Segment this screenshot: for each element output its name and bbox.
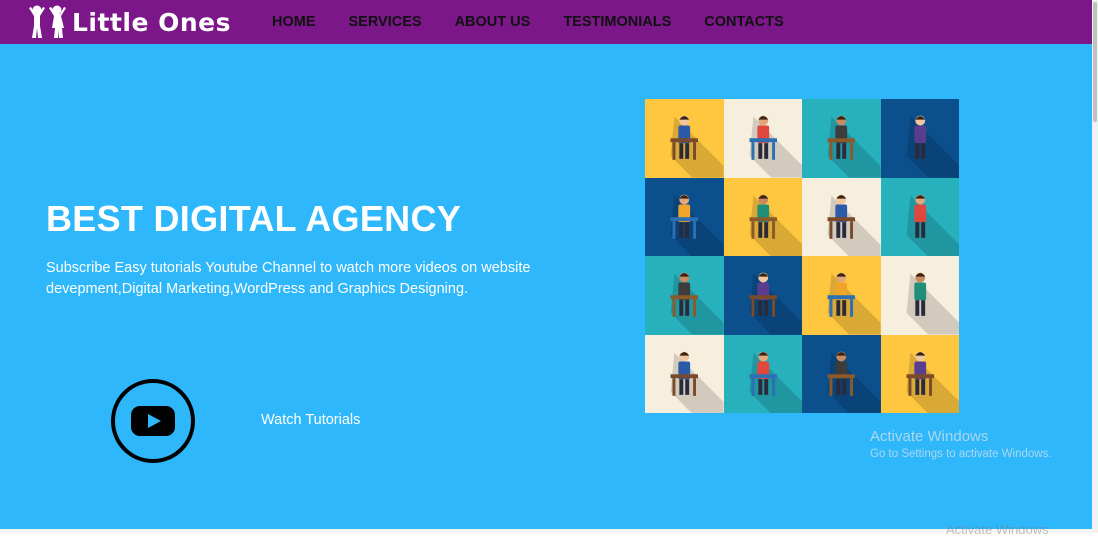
page-scrollbar[interactable] (1092, 0, 1098, 533)
person-illustration (749, 351, 802, 413)
person-illustration (827, 194, 881, 256)
brand-name: Little Ones (72, 7, 232, 37)
person-illustration (827, 115, 881, 178)
person-illustration (670, 351, 724, 413)
person-illustration (670, 194, 724, 256)
person-illustration (906, 115, 959, 178)
person-illustration (906, 194, 959, 256)
person-illustration (749, 272, 802, 335)
hero-title: BEST DIGITAL AGENCY (46, 198, 462, 239)
mosaic-tile (723, 177, 802, 256)
top-navbar: Little Ones HOME SERVICES ABOUT US TESTI… (0, 0, 1092, 44)
mosaic-tile (880, 256, 959, 335)
main-nav: HOME SERVICES ABOUT US TESTIMONIALS CONT… (272, 0, 817, 44)
person-illustration (670, 272, 724, 335)
mosaic-tile (880, 334, 959, 413)
person-illustration (827, 272, 881, 335)
nav-services[interactable]: SERVICES (349, 14, 422, 30)
windows-activation-watermark: Activate Windows Go to Settings to activ… (870, 428, 1052, 460)
mosaic-tile (645, 177, 724, 256)
people-mosaic (645, 99, 959, 413)
mosaic-tile (802, 256, 881, 335)
person-illustration (906, 351, 959, 413)
person-illustration (827, 351, 881, 413)
watermark-title: Activate Windows (870, 428, 989, 445)
hero-subtitle: Subscribe Easy tutorials Youtube Channel… (46, 260, 531, 297)
brand-logo[interactable]: Little Ones (26, 4, 231, 40)
mosaic-tile (723, 256, 802, 335)
play-video-button[interactable] (111, 379, 195, 463)
nav-testimonials[interactable]: TESTIMONIALS (563, 14, 671, 30)
kids-icon (29, 5, 66, 38)
mosaic-tile (802, 334, 881, 413)
mosaic-tile (645, 256, 724, 335)
youtube-play-icon (131, 406, 175, 436)
mosaic-tile (723, 99, 802, 178)
watch-tutorials-link[interactable]: Watch Tutorials (261, 412, 360, 428)
mosaic-tile (880, 177, 959, 256)
scrollbar-thumb[interactable] (1093, 2, 1097, 122)
person-illustration (749, 194, 802, 256)
nav-about-us[interactable]: ABOUT US (455, 14, 531, 30)
bottom-strip (0, 529, 1092, 533)
mosaic-tile (802, 177, 881, 256)
mosaic-tile (723, 334, 802, 413)
person-illustration (906, 272, 959, 335)
mosaic-tile (880, 99, 959, 178)
mosaic-tile (802, 99, 881, 178)
watermark-subtitle: Go to Settings to activate Windows. (870, 448, 1052, 460)
mosaic-tile (645, 334, 724, 413)
ghost-watermark: Activate Windows (946, 522, 1049, 537)
person-illustration (749, 115, 802, 178)
nav-contacts[interactable]: CONTACTS (704, 14, 783, 30)
person-illustration (670, 115, 724, 178)
nav-home[interactable]: HOME (272, 14, 316, 30)
mosaic-tile (645, 99, 724, 178)
